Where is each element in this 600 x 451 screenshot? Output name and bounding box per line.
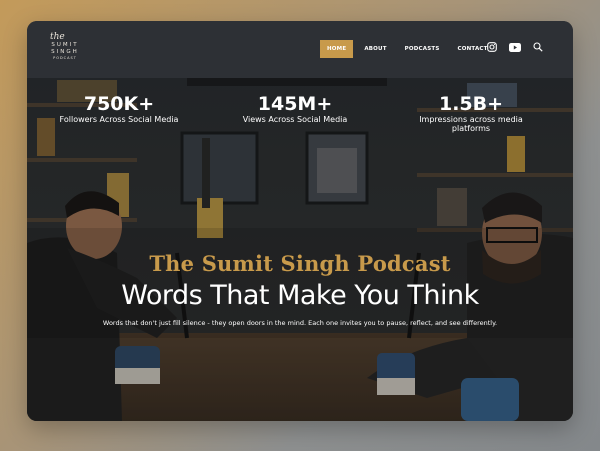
podcast-name: The Sumit Singh Podcast [149, 251, 451, 276]
logo-line-singh: SINGH [51, 48, 79, 55]
stat-label: Views Across Social Media [242, 115, 348, 124]
nav-about[interactable]: ABOUT [357, 40, 393, 58]
stat-value: 1.5B+ [438, 93, 504, 115]
stat-followers: 750K+ Followers Across Social Media [49, 93, 189, 124]
stat-views: 145M+ Views Across Social Media [225, 93, 365, 124]
nav-icons [486, 41, 544, 53]
stat-value: 145M+ [257, 93, 333, 115]
logo-line-podcast: PODCAST [53, 56, 77, 60]
stat-value: 750K+ [83, 93, 155, 115]
top-navbar: the SUMIT SINGH PODCAST HOME ABOUT PODCA… [27, 21, 573, 78]
nav-podcasts[interactable]: PODCASTS [398, 40, 447, 58]
logo-the: the [50, 32, 65, 42]
main-nav: HOME ABOUT PODCASTS CONTACT [320, 40, 499, 58]
stat-impressions: 1.5B+ Impressions across media platforms [399, 93, 543, 133]
search-icon[interactable] [532, 41, 544, 53]
logo-line-sumit: SUMIT [51, 42, 79, 48]
stat-label-line1: Impressions across media [419, 115, 523, 124]
nav-home[interactable]: HOME [320, 40, 354, 58]
hero-tagline: Words that don't just fill silence - the… [102, 319, 498, 327]
stat-label-line2: platforms [451, 124, 491, 133]
hero-headline: Words That Make You Think [121, 280, 479, 311]
site-logo[interactable]: the SUMIT SINGH PODCAST [48, 33, 82, 67]
instagram-icon[interactable] [486, 41, 498, 53]
hero-section: 750K+ Followers Across Social Media 145M… [27, 78, 573, 421]
stats-row: 750K+ Followers Across Social Media 145M… [27, 93, 573, 143]
browser-window: the SUMIT SINGH PODCAST HOME ABOUT PODCA… [27, 21, 573, 421]
youtube-icon[interactable] [509, 41, 521, 53]
stat-label: Followers Across Social Media [59, 115, 179, 124]
